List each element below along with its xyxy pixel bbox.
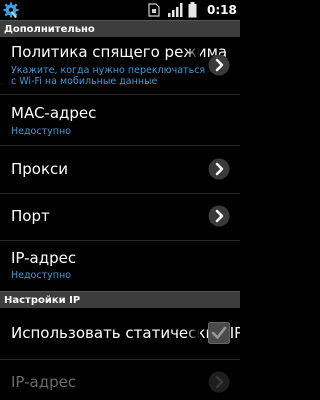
port-title: Порт <box>11 207 50 225</box>
use-static-ip-item[interactable]: Использовать статический IP <box>0 308 240 360</box>
chevron-right-circle-icon <box>208 371 230 393</box>
status-bar: 0:18 <box>0 0 240 20</box>
mac-address-title: MAC-адрес <box>11 104 97 122</box>
sleep-policy-item[interactable]: Политика спящего режима Укажите, когда н… <box>0 37 240 95</box>
ip-address-summary: Недоступно <box>11 270 71 281</box>
title-fade <box>186 41 200 65</box>
use-static-ip-title: Использовать статический IP <box>11 324 240 342</box>
checkbox-checked-icon[interactable] <box>208 322 230 344</box>
wifi-advanced-settings-screen: 0:18 Дополнительно Политика спящего режи… <box>0 0 240 400</box>
static-ip-address-item[interactable]: IP-адрес <box>0 361 240 400</box>
mac-address-summary: Недоступно <box>11 126 71 137</box>
signal-strength-icon <box>168 3 183 17</box>
ip-address-item[interactable]: IP-адрес Недоступно <box>0 242 240 292</box>
sleep-policy-summary-line2: с Wi-Fi на мобильные данные <box>11 76 158 87</box>
sleep-policy-summary-line1: Укажите, когда нужно переключаться <box>11 65 206 76</box>
chevron-right-circle-icon <box>208 205 230 227</box>
chevron-right-circle-icon <box>208 54 230 76</box>
mac-address-item[interactable]: MAC-адрес Недоступно <box>0 96 240 146</box>
ip-address-title: IP-адрес <box>11 249 77 267</box>
battery-icon <box>188 2 197 18</box>
status-time: 0:18 <box>207 3 237 17</box>
sim-card-icon <box>148 3 160 17</box>
section-header-advanced: Дополнительно <box>0 20 240 37</box>
port-item[interactable]: Порт <box>0 195 240 241</box>
proxy-title: Прокси <box>11 160 69 178</box>
section-header-ip-settings: Настройки IP <box>0 291 240 308</box>
chevron-right-circle-icon <box>208 158 230 180</box>
static-ip-address-title: IP-адрес <box>11 373 77 391</box>
proxy-item[interactable]: Прокси <box>0 147 240 194</box>
title-fade <box>186 322 200 346</box>
settings-gear-icon <box>3 2 19 18</box>
